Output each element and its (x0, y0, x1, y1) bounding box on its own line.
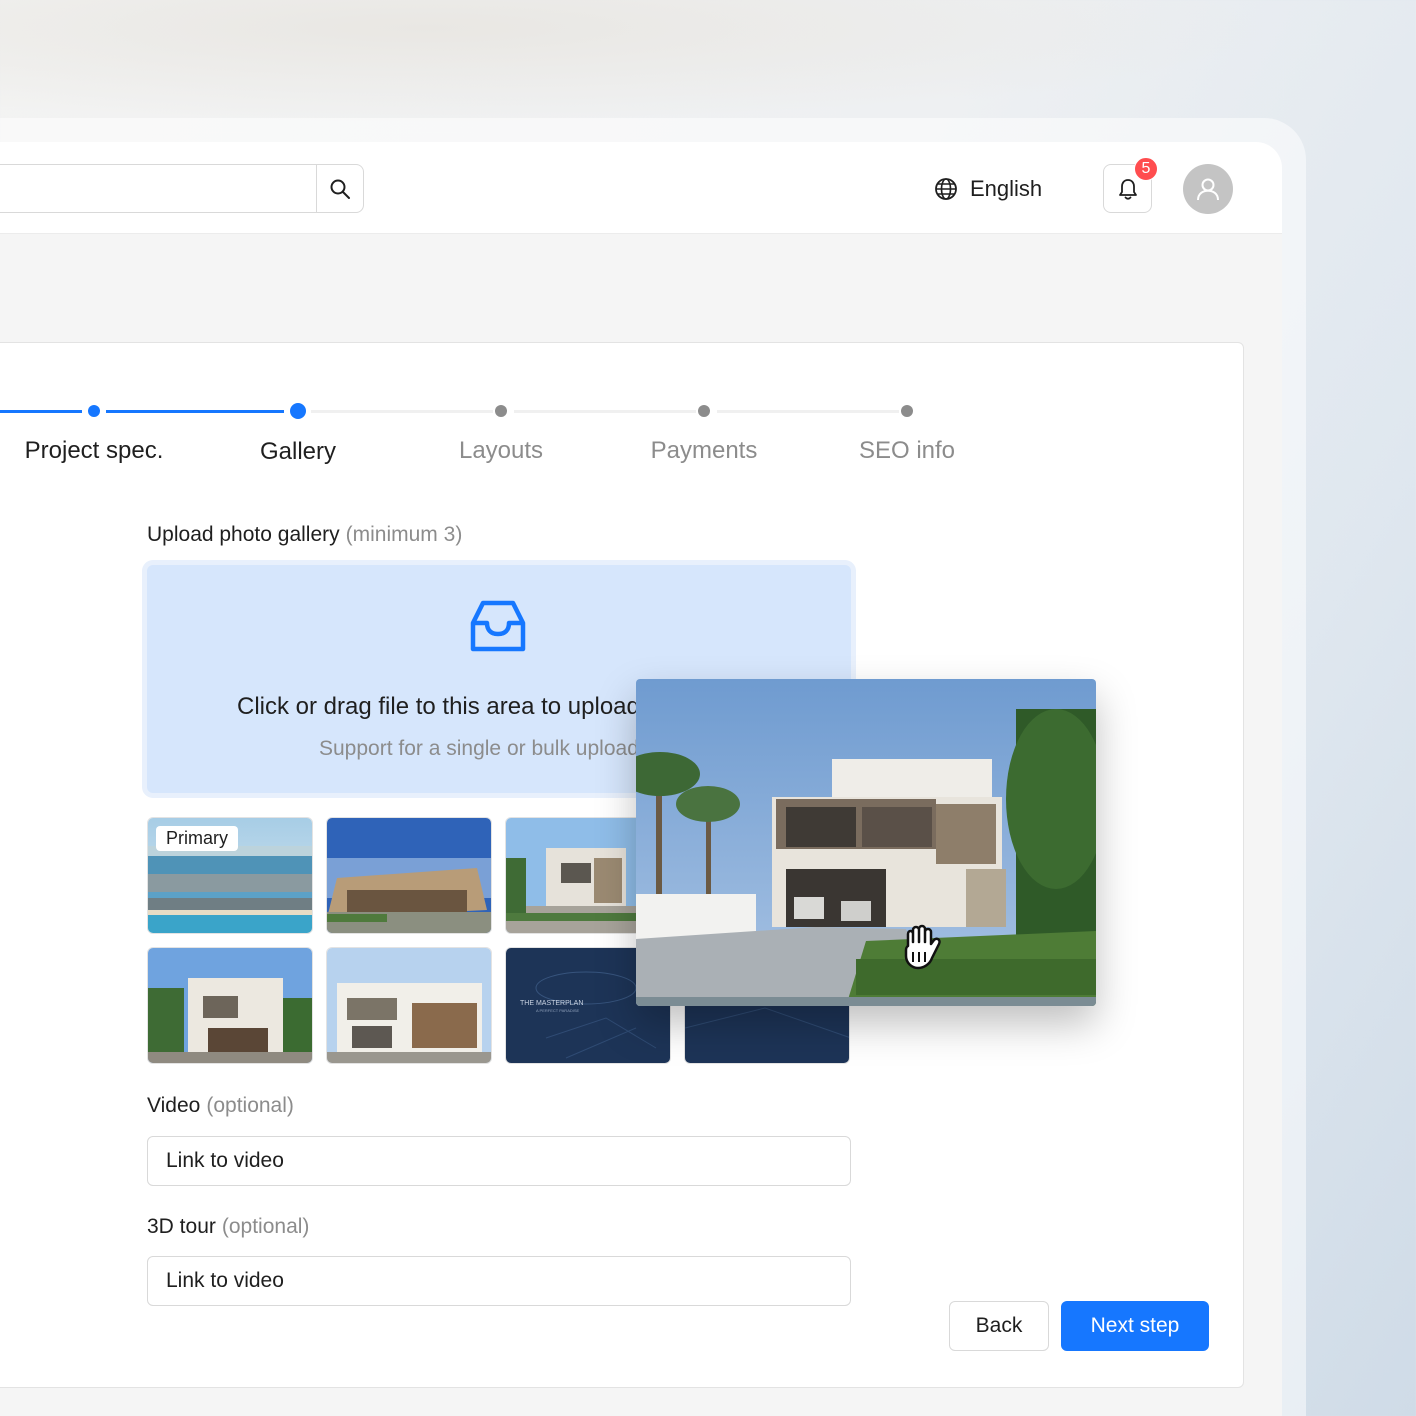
user-icon (1197, 178, 1219, 201)
gallery-thumbnail[interactable] (326, 817, 492, 934)
tour-link-input[interactable]: Link to video (147, 1256, 851, 1306)
step-label-seo-info[interactable]: SEO info (859, 437, 955, 465)
villa-photo-large (636, 679, 1096, 1006)
step-label-layouts[interactable]: Layouts (459, 437, 543, 465)
tour-hint: (optional) (221, 1215, 310, 1238)
language-label: English (970, 176, 1043, 201)
video-title: Video (147, 1094, 201, 1117)
search-icon (330, 179, 350, 199)
step-label-gallery[interactable]: Gallery (260, 438, 336, 466)
globe-icon (935, 178, 957, 200)
step-dot-gallery[interactable] (290, 403, 306, 419)
step-connector (717, 410, 899, 413)
dropzone-text: Click or drag file to this area to uploa… (237, 693, 640, 720)
gallery-title: Upload photo gallery (147, 523, 340, 546)
villa-photo (327, 948, 491, 1063)
gallery-thumbnail[interactable] (147, 947, 313, 1064)
inbox-icon (470, 600, 526, 652)
notification-badge: 5 (1134, 157, 1158, 181)
step-label-project-spec[interactable]: Project spec. (25, 437, 164, 465)
primary-tag: Primary (156, 826, 238, 851)
top-header: English 5 (0, 142, 1282, 234)
avatar[interactable] (1183, 164, 1233, 214)
step-connector (106, 410, 284, 413)
tour-label: 3D tour (optional) (147, 1215, 309, 1239)
gallery-thumbnail[interactable] (326, 947, 492, 1064)
bell-icon (1118, 178, 1137, 200)
tour-title: 3D tour (147, 1215, 216, 1238)
masterplan-subcaption: A PERFECT PARADISE (536, 1008, 580, 1013)
video-hint: (optional) (206, 1094, 294, 1117)
gallery-hint: (minimum 3) (345, 523, 463, 546)
step-dot-payments[interactable] (698, 405, 710, 417)
grab-cursor-icon (904, 924, 941, 970)
villa-photo (148, 948, 312, 1063)
step-connector (514, 410, 696, 413)
video-label: Video (optional) (147, 1094, 294, 1118)
gallery-label: Upload photo gallery (minimum 3) (147, 523, 462, 547)
gallery-thumbnail-primary[interactable]: Primary (147, 817, 313, 934)
step-dot-seo-info[interactable] (901, 405, 913, 417)
step-dot-project-spec[interactable] (88, 405, 100, 417)
next-step-button[interactable]: Next step (1061, 1301, 1209, 1351)
step-connector (0, 410, 82, 413)
video-link-input[interactable]: Link to video (147, 1136, 851, 1186)
dropzone-hint: Support for a single or bulk upload (319, 737, 639, 760)
step-label-payments[interactable]: Payments (651, 437, 758, 465)
back-button[interactable]: Back (949, 1301, 1049, 1351)
masterplan-caption: THE MASTERPLAN (520, 1000, 583, 1007)
step-connector (311, 410, 493, 413)
villa-photo (327, 818, 491, 933)
search-button[interactable] (316, 164, 364, 213)
language-selector[interactable]: English (934, 172, 1042, 206)
search-input[interactable] (0, 164, 318, 213)
dragged-photo[interactable] (636, 679, 1096, 1006)
step-dot-layouts[interactable] (495, 405, 507, 417)
